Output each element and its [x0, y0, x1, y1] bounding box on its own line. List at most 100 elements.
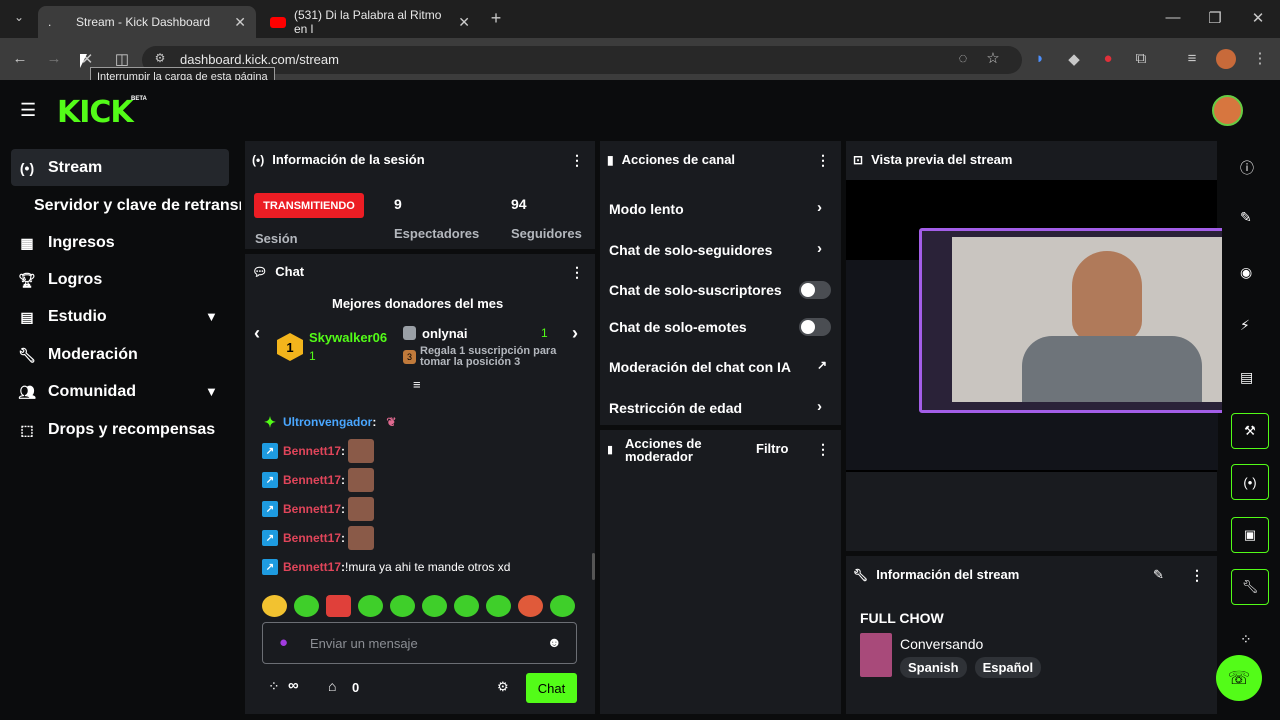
menu-hamburger-icon[interactable]: ☰: [20, 100, 36, 121]
bolt-icon[interactable]: ⚡︎: [1240, 317, 1250, 334]
sidebar-item-moderacion[interactable]: 🔧︎ Moderación: [18, 338, 138, 372]
browser-menu-icon[interactable]: ⋮: [1250, 49, 1270, 67]
session-menu-icon[interactable]: ⋮: [570, 152, 584, 169]
close-tab-icon[interactable]: ✕: [458, 14, 470, 31]
collapse-donors-icon[interactable]: ≡: [413, 377, 421, 392]
rail-button-moderation[interactable]: 🔧︎: [1231, 569, 1269, 605]
emote-icon[interactable]: [390, 595, 415, 617]
store-icon[interactable]: ⌂: [328, 678, 336, 694]
chat-scrollbar[interactable]: [592, 553, 595, 580]
category-thumbnail[interactable]: [860, 633, 892, 677]
kick-logo[interactable]: KICK: [57, 95, 134, 130]
sidebar-item-estudio[interactable]: ▤ Estudio: [18, 300, 106, 334]
subscribers-only-toggle[interactable]: [799, 281, 831, 299]
chat-username[interactable]: Bennett17: [283, 502, 341, 516]
rail-button-studio[interactable]: ▣: [1231, 517, 1269, 553]
emote-icon[interactable]: [294, 595, 319, 617]
tab-search-icon[interactable]: ⌄: [9, 10, 29, 24]
stream-category[interactable]: Conversando: [900, 636, 983, 652]
extensions-puzzle-icon[interactable]: ⧉: [1131, 50, 1151, 67]
donor-1-name[interactable]: Skywalker06: [309, 330, 387, 345]
camera-icon[interactable]: ◉: [1240, 264, 1252, 281]
extension-red-icon[interactable]: ●: [1098, 50, 1118, 67]
tag-chip[interactable]: Spanish: [900, 657, 967, 678]
extension-diamond-icon[interactable]: ◆: [1064, 50, 1084, 68]
tab-kick-dashboard[interactable]: . Stream - Kick Dashboard ✕: [38, 6, 256, 38]
emote-icon[interactable]: [326, 595, 351, 617]
chat-username[interactable]: Bennett17: [283, 473, 341, 487]
carousel-next-icon[interactable]: ›: [572, 323, 578, 344]
chat-input[interactable]: ● Enviar un mensaje ☻: [262, 622, 577, 664]
tag-chip[interactable]: Español: [974, 657, 1042, 678]
tab-youtube[interactable]: (531) Di la Palabra al Ritmo en l ✕: [260, 6, 480, 38]
rail-button-tool[interactable]: ⚒: [1231, 413, 1269, 449]
chat-username[interactable]: Bennett17: [283, 444, 341, 458]
extension-audio-icon[interactable]: ◗: [1030, 50, 1050, 67]
chevron-right-icon[interactable]: ›: [817, 240, 822, 257]
emote-icon[interactable]: [486, 595, 511, 617]
minimize-icon[interactable]: —: [1163, 9, 1183, 26]
rail-button-broadcast[interactable]: (•): [1231, 464, 1269, 500]
slow-mode-label[interactable]: Modo lento: [609, 201, 684, 217]
media-control-icon[interactable]: ≡: [1182, 50, 1202, 67]
edit-icon[interactable]: ✎: [1240, 209, 1252, 226]
document-icon[interactable]: ▤: [1240, 369, 1253, 386]
chevron-down-icon[interactable]: ▼: [205, 309, 218, 324]
edit-pencil-icon[interactable]: ✎: [1153, 567, 1164, 583]
new-tab-button[interactable]: +: [486, 8, 506, 29]
chat-menu-icon[interactable]: ⋮: [570, 264, 584, 281]
external-link-icon[interactable]: ↗: [817, 358, 827, 372]
sidebar-item-logros[interactable]: 🏆︎ Logros: [18, 263, 102, 297]
community-icon[interactable]: ⁘: [1240, 631, 1252, 648]
channel-actions-menu-icon[interactable]: ⋮: [816, 152, 830, 169]
chat-username[interactable]: Ultronvengador: [283, 415, 372, 429]
mod-actions-menu-icon[interactable]: ⋮: [816, 441, 830, 458]
stream-info-menu-icon[interactable]: ⋮: [1190, 567, 1204, 584]
carousel-prev-icon[interactable]: ‹: [254, 323, 260, 344]
chevron-right-icon[interactable]: ›: [817, 398, 822, 415]
emote-icon[interactable]: [518, 595, 543, 617]
streamer-shirt: [1022, 336, 1202, 402]
support-chat-button[interactable]: ☏: [1216, 655, 1262, 701]
split-view-icon[interactable]: ◫: [112, 50, 132, 68]
donor-2-name[interactable]: onlynai: [422, 326, 468, 341]
back-icon[interactable]: ←: [10, 50, 30, 67]
age-restriction-label[interactable]: Restricción de edad: [609, 400, 742, 416]
maximize-icon[interactable]: ❐: [1205, 9, 1225, 27]
info-icon[interactable]: ⓘ: [1240, 158, 1254, 178]
site-info-icon[interactable]: ⚙: [150, 51, 170, 65]
chat-username[interactable]: Bennett17: [283, 560, 341, 574]
forward-icon[interactable]: →: [44, 50, 64, 67]
close-window-icon[interactable]: ✕: [1248, 9, 1268, 27]
sidebar-item-server-key[interactable]: Servidor y clave de retransmisión: [34, 189, 241, 223]
chevron-right-icon[interactable]: ›: [817, 199, 822, 216]
flag-icon: ▮: [607, 152, 614, 167]
emotes-only-toggle[interactable]: [799, 318, 831, 336]
emote-icon[interactable]: [422, 595, 447, 617]
followers-only-label[interactable]: Chat de solo-seguidores: [609, 242, 772, 258]
ai-moderation-label[interactable]: Moderación del chat con IA: [609, 359, 791, 375]
microphone-icon[interactable]: ●: [279, 634, 288, 651]
sidebar-item-stream[interactable]: (•) Stream: [18, 151, 102, 185]
user-avatar[interactable]: [1212, 95, 1243, 126]
chat-username[interactable]: Bennett17: [283, 531, 341, 545]
sidebar-item-ingresos[interactable]: ▦ Ingresos: [18, 226, 114, 260]
send-chat-button[interactable]: Chat: [526, 673, 577, 703]
sidebar-item-drops[interactable]: ⬚ Drops y recompensas: [18, 413, 215, 447]
bookmark-star-icon[interactable]: ☆: [983, 49, 1003, 67]
emote-icon[interactable]: [550, 595, 575, 617]
eye-off-icon[interactable]: ◌: [953, 50, 973, 67]
close-tab-icon[interactable]: ✕: [234, 14, 246, 31]
stream-video[interactable]: [846, 180, 1269, 472]
chat-settings-icon[interactable]: ⚙: [497, 679, 509, 695]
emoji-picker-icon[interactable]: ☻: [547, 634, 562, 650]
emote-icon[interactable]: [358, 595, 383, 617]
emote-icon[interactable]: [262, 595, 287, 617]
emote-icon[interactable]: [454, 595, 479, 617]
chevron-down-icon[interactable]: ▼: [205, 384, 218, 399]
sidebar-item-comunidad[interactable]: 👥︎ Comunidad: [18, 375, 136, 409]
profile-avatar[interactable]: [1216, 49, 1236, 69]
filter-button[interactable]: Filtro: [756, 441, 789, 456]
kicks-icon[interactable]: ⁘: [268, 678, 280, 695]
wrench-icon: 🔧︎: [1241, 579, 1259, 594]
